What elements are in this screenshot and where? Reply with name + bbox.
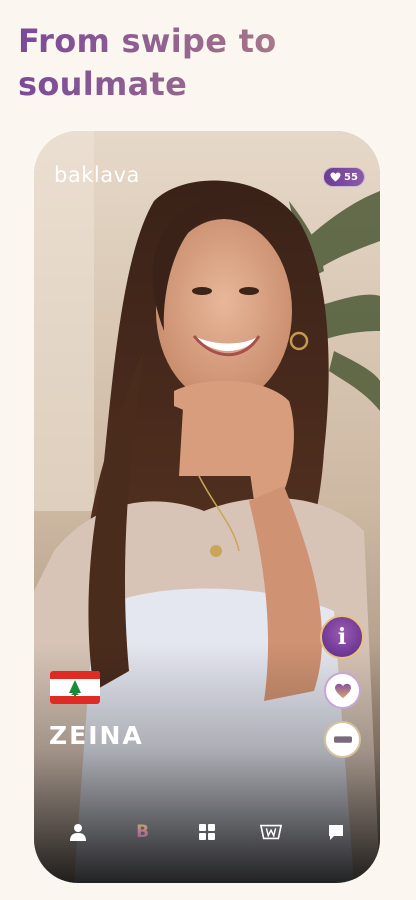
profile-card[interactable]: baklava 55 ZEINA i B (34, 131, 380, 883)
likes-count: 55 (344, 171, 358, 183)
nav-premium[interactable] (256, 817, 286, 847)
lebanon-flag-icon (50, 671, 100, 704)
profile-icon (70, 824, 87, 841)
crown-icon (260, 824, 283, 840)
heart-icon (334, 683, 351, 698)
likes-badge[interactable]: 55 (323, 167, 365, 187)
bottom-nav: B (34, 817, 380, 847)
info-button[interactable]: i (320, 615, 364, 659)
nav-home[interactable]: B (128, 817, 158, 847)
like-button[interactable] (324, 672, 361, 709)
home-b-icon: B (136, 822, 150, 842)
heart-icon (330, 172, 341, 182)
minus-icon (333, 735, 352, 743)
nav-profile[interactable] (63, 817, 93, 847)
skip-button[interactable] (324, 721, 361, 758)
profile-name: ZEINA (49, 721, 144, 750)
grid-icon (198, 824, 215, 840)
info-icon: i (337, 624, 347, 650)
nav-grid[interactable] (192, 817, 222, 847)
headline: From swipe to soulmate (18, 20, 398, 106)
nav-chat[interactable] (321, 817, 351, 847)
chat-icon (328, 825, 343, 840)
app-logo: baklava (54, 163, 140, 187)
